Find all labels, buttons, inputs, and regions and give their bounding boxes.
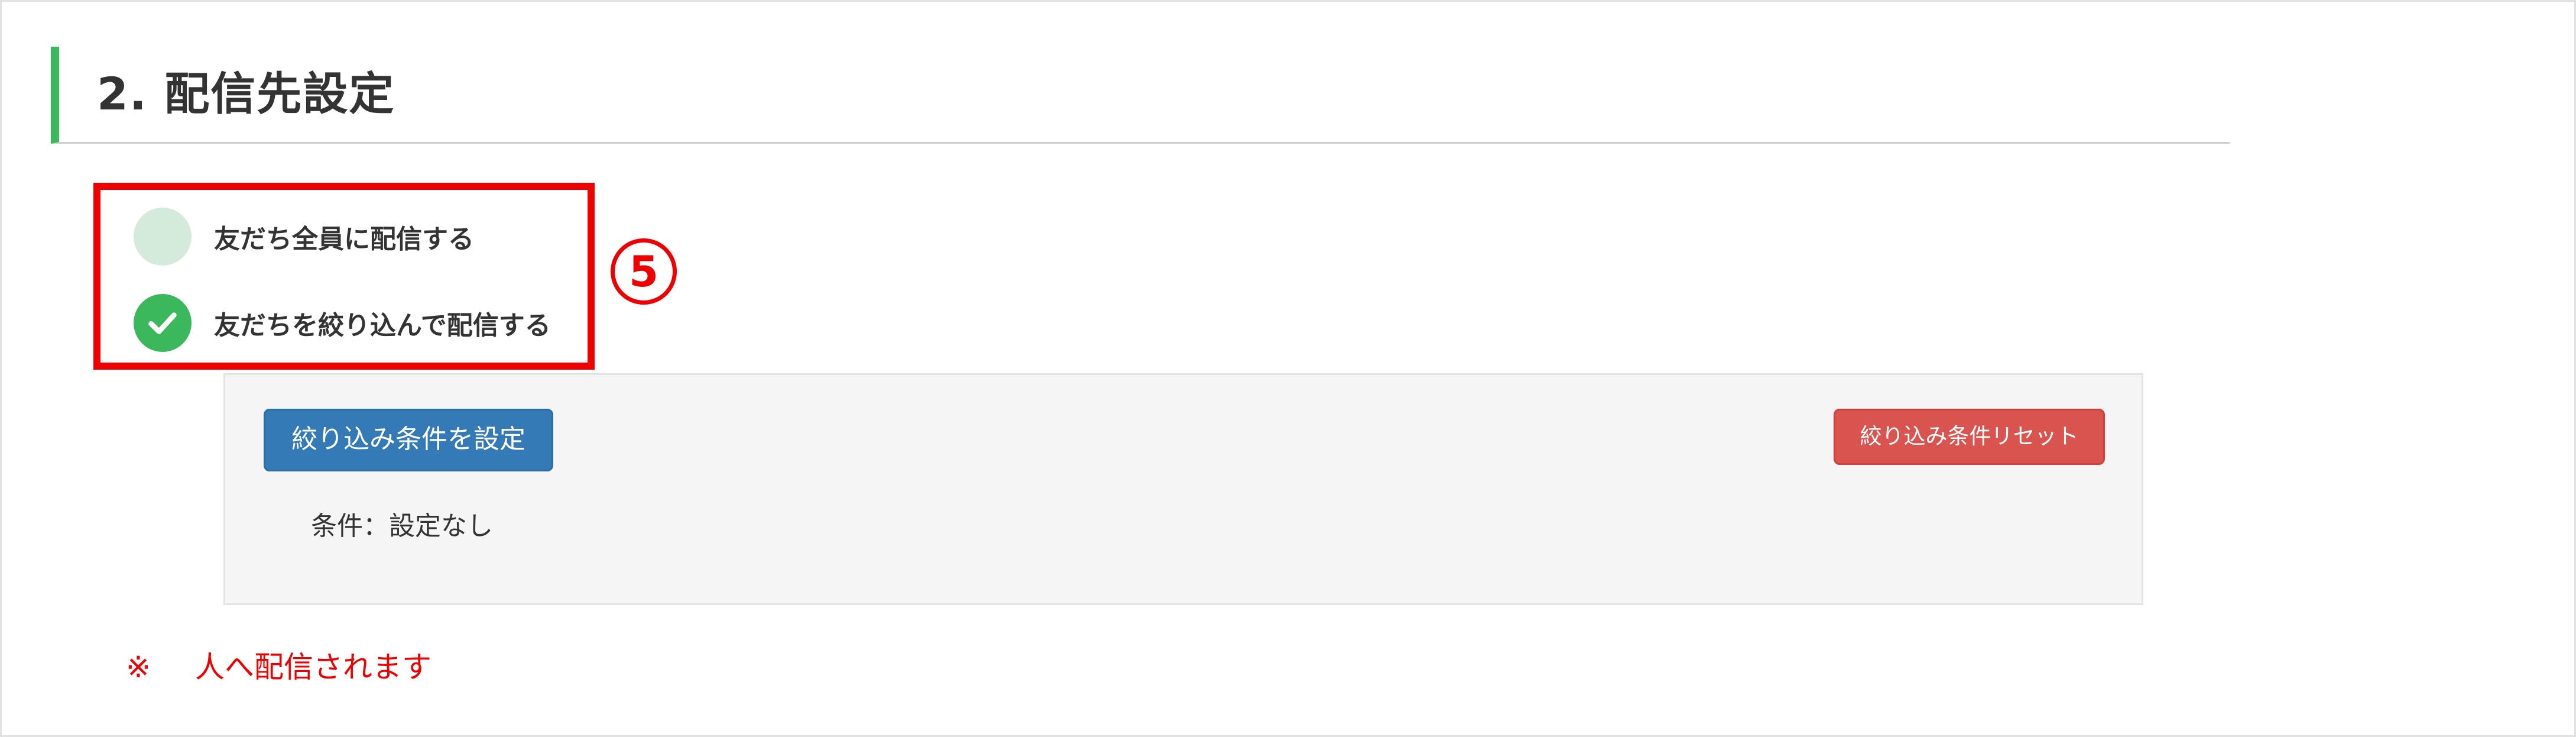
delivery-count-note: ※ 人へ配信されます xyxy=(126,647,432,688)
check-icon xyxy=(148,312,177,334)
note-mark: ※ xyxy=(126,650,151,684)
filter-panel: 絞り込み条件を設定 絞り込み条件リセット 条件：設定なし xyxy=(223,373,2143,605)
radio-unselected-icon[interactable] xyxy=(134,208,192,266)
radio-selected-check-icon[interactable] xyxy=(134,294,192,352)
set-filter-button[interactable]: 絞り込み条件を設定 xyxy=(264,409,553,471)
radio-label-all-friends: 友だち全員に配信する xyxy=(214,224,474,254)
reset-filter-button[interactable]: 絞り込み条件リセット xyxy=(1834,409,2105,465)
section-header: 2. 配信先設定 xyxy=(51,47,2230,144)
annotation-number-badge: 5 xyxy=(611,238,677,305)
radio-option-all-friends[interactable]: 友だち全員に配信する xyxy=(134,208,474,266)
note-text: 人へ配信されます xyxy=(195,650,432,684)
radio-option-filter-friends[interactable]: 友だちを絞り込んで配信する xyxy=(134,294,551,352)
radio-label-filter-friends: 友だちを絞り込んで配信する xyxy=(214,311,551,341)
section-title: 2. 配信先設定 xyxy=(97,67,395,120)
filter-condition-text: 条件：設定なし xyxy=(311,511,493,541)
delivery-target-radio-group: 友だち全員に配信する 友だちを絞り込んで配信する xyxy=(93,183,595,370)
page-frame: 2. 配信先設定 友だち全員に配信する 友だちを絞り込んで配信する 5 絞り込み… xyxy=(0,0,2576,737)
